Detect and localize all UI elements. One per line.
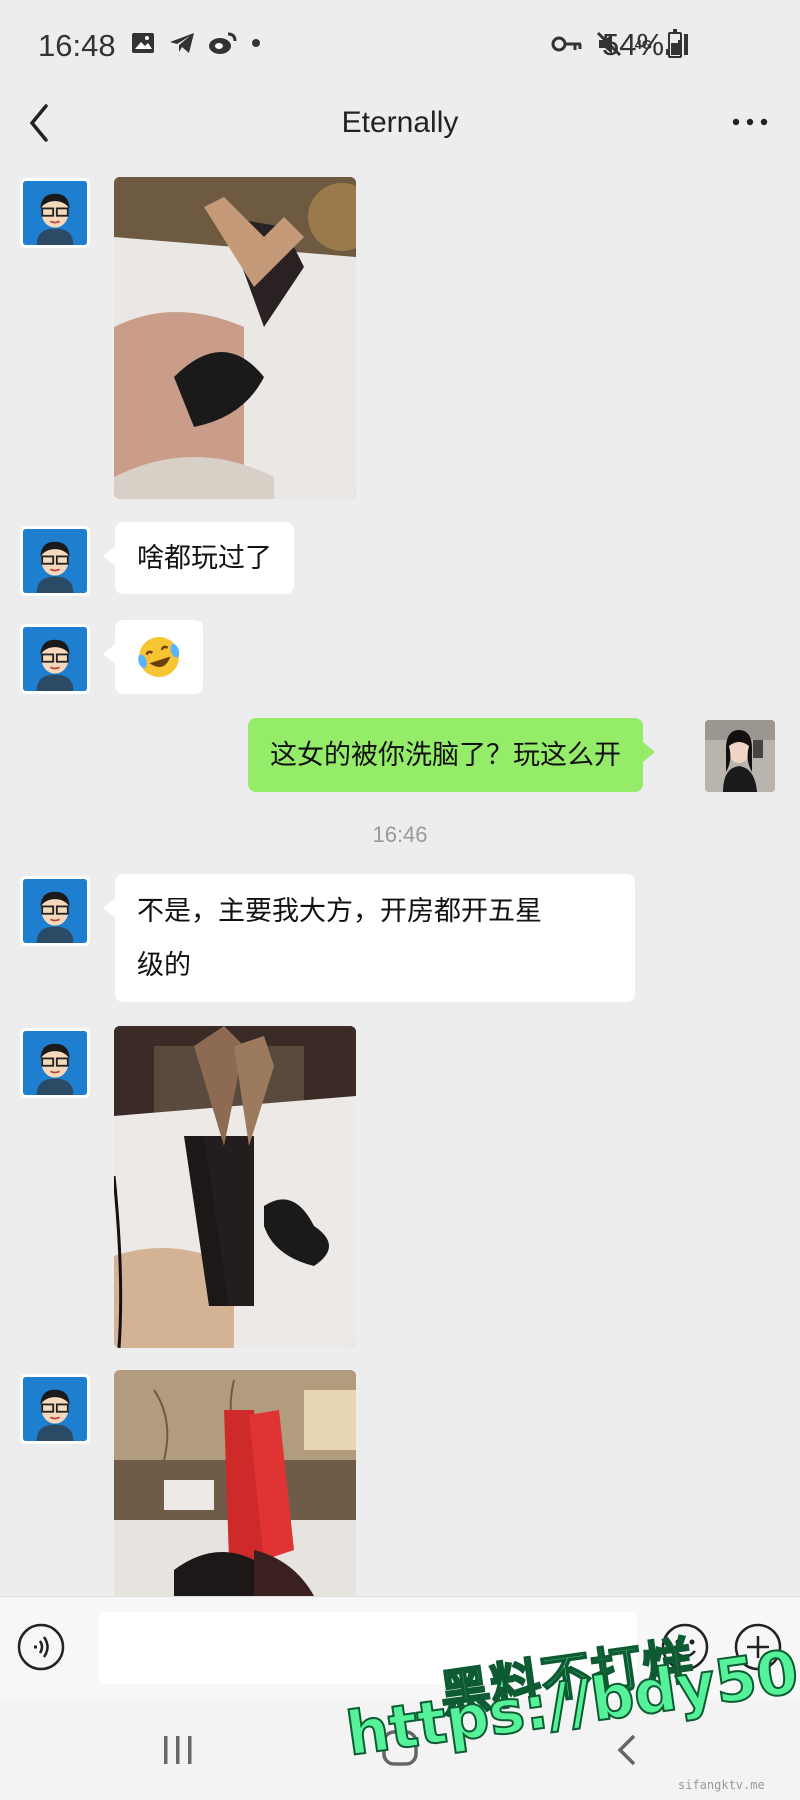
- message-bubble-text-multiline[interactable]: 不是，主要我大方，开房都开五星 级的: [103, 874, 635, 1002]
- battery-percent: 54%: [602, 27, 665, 62]
- more-dots-icon[interactable]: [730, 112, 770, 132]
- avatar[interactable]: [20, 876, 90, 946]
- watermark-small: sifangktv.me: [678, 1778, 765, 1792]
- back-icon[interactable]: [612, 1730, 642, 1770]
- chat-title: Eternally: [341, 106, 459, 139]
- status-time: 16:48: [38, 28, 116, 63]
- message-bubble-emoji[interactable]: [103, 620, 203, 694]
- laughing-tears-emoji-icon: [138, 637, 180, 677]
- key-icon: [551, 36, 582, 52]
- avatar[interactable]: [20, 624, 90, 694]
- avatar[interactable]: [20, 1374, 90, 1444]
- message-line: 不是，主要我大方，开房都开五星: [137, 896, 542, 926]
- photo-message-2[interactable]: [114, 1026, 356, 1348]
- timestamp: 16:46: [372, 822, 428, 847]
- my-avatar[interactable]: [705, 720, 775, 792]
- message-bubble-text[interactable]: 啥都玩过了: [103, 522, 294, 594]
- gallery-icon: [132, 33, 154, 53]
- photo-message-1[interactable]: [114, 177, 356, 499]
- avatar[interactable]: [20, 178, 90, 248]
- battery-icon: [668, 29, 682, 58]
- voice-icon[interactable]: [16, 1622, 66, 1672]
- message-line: 级的: [137, 950, 191, 980]
- dot-icon: [252, 39, 260, 47]
- avatar[interactable]: [20, 526, 90, 596]
- telegram-icon: [170, 33, 194, 53]
- recent-apps-icon[interactable]: [158, 1730, 198, 1770]
- status-icons-left: [130, 30, 262, 56]
- weibo-icon: [209, 32, 237, 54]
- avatar[interactable]: [20, 1028, 90, 1098]
- photo-message-3[interactable]: [114, 1370, 356, 1596]
- message-bubble-self[interactable]: 这女的被你洗脑了？玩这么开: [248, 718, 655, 792]
